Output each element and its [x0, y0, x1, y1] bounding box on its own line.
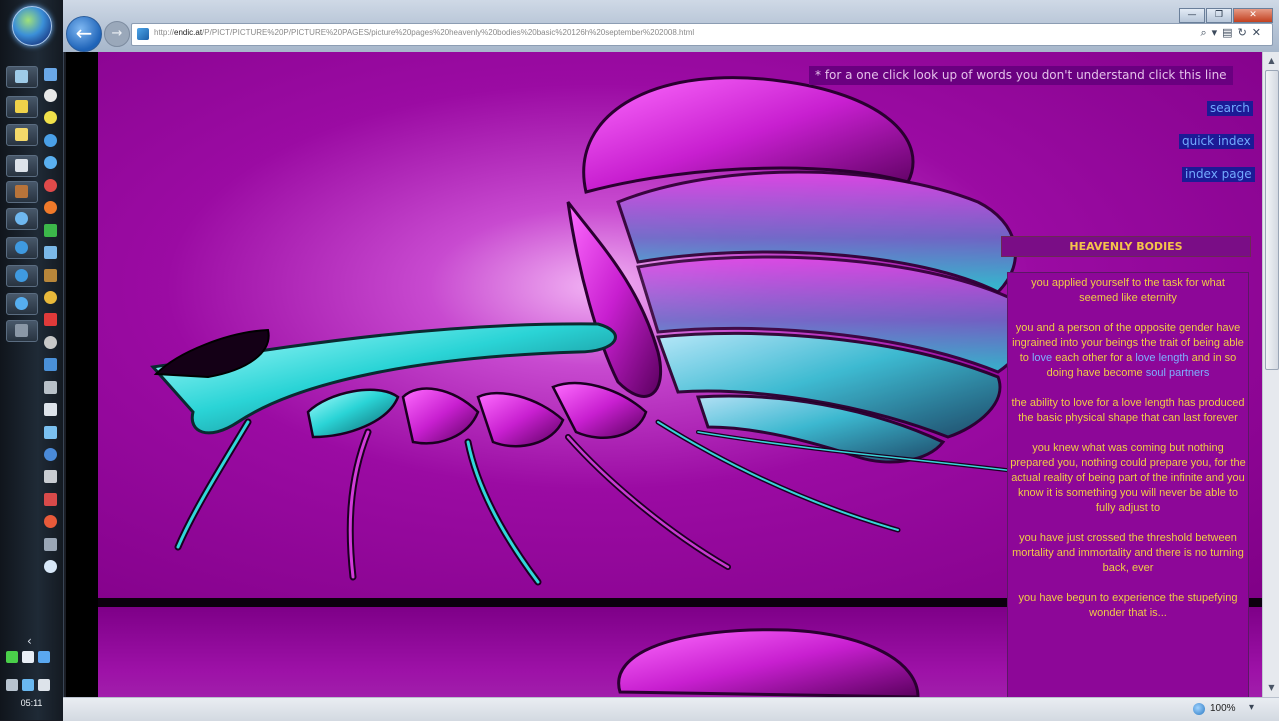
paragraph-2: you and a person of the opposite gender … [1008, 318, 1248, 381]
refresh-icon[interactable]: ↻ [1238, 26, 1252, 39]
quicklaunch-icon-15[interactable] [44, 381, 57, 394]
taskbar-app-6[interactable] [6, 208, 38, 230]
word-lookup-banner-link[interactable]: * for a one click look up of words you d… [809, 66, 1233, 85]
page-title: HEAVENLY BODIES [1001, 236, 1251, 257]
quicklaunch-icon-19[interactable] [44, 470, 57, 483]
address-tools: ⌕▾▤↻✕ [1200, 26, 1266, 40]
leg-4-highlight [566, 435, 730, 569]
taskbar-app-1[interactable] [6, 66, 38, 88]
taskbar-app-5[interactable] [6, 181, 38, 203]
page-favicon-icon [137, 28, 149, 40]
forward-arrow-icon: → [111, 26, 123, 41]
search-link[interactable]: search [1207, 101, 1253, 116]
soul-partners-link[interactable]: soul partners [1146, 367, 1210, 379]
scroll-down-arrow-icon[interactable]: ▼ [1265, 681, 1278, 695]
quicklaunch-icon-6[interactable] [44, 179, 57, 192]
status-bar: 100% ▾ [63, 697, 1279, 721]
taskbar-ie-1[interactable] [6, 237, 38, 259]
quicklaunch-icon-13[interactable] [44, 336, 57, 349]
segment-2 [401, 387, 480, 445]
taskbar-app-2[interactable] [6, 96, 38, 118]
scrollbar-thumb[interactable] [1265, 70, 1279, 370]
quicklaunch-icon-11[interactable] [44, 291, 57, 304]
show-hidden-icons-chevron-icon[interactable]: ‹ [27, 634, 32, 648]
quicklaunch-icon-8[interactable] [44, 224, 57, 237]
forward-button[interactable]: → [104, 21, 130, 47]
search-icon[interactable]: ⌕ [1200, 26, 1211, 39]
taskbar: ‹ 05:11 [0, 0, 64, 720]
tray-app-icon[interactable] [38, 651, 50, 663]
leg-3 [464, 438, 542, 586]
dropdown-icon[interactable]: ▾ [1212, 26, 1223, 39]
taskbar-clock[interactable]: 05:11 [0, 698, 63, 708]
quicklaunch-icon-10[interactable] [44, 269, 57, 282]
url-domain: endic.at [174, 28, 203, 37]
paragraph-3: the ability to love for a love length ha… [1011, 397, 1245, 424]
paragraph-6: you have begun to experience the stupefy… [1018, 592, 1238, 619]
quick-index-link[interactable]: quick index [1179, 134, 1254, 149]
leg-3-highlight [466, 440, 540, 584]
leg-4 [565, 434, 731, 570]
address-url[interactable]: http://endic.at/P/PICT/PICTURE%20P/PICTU… [154, 28, 694, 37]
tray-icons-row-2 [4, 679, 60, 693]
close-button[interactable]: ✕ [1233, 8, 1273, 23]
quicklaunch-icon-12[interactable] [44, 313, 57, 326]
shell-bottom [617, 628, 920, 697]
zoom-icon[interactable] [1193, 703, 1205, 715]
scroll-up-arrow-icon[interactable]: ▲ [1265, 54, 1278, 68]
stop-icon[interactable]: ✕ [1252, 26, 1266, 39]
taskbar-app-3[interactable] [6, 124, 38, 146]
taskbar-app-4[interactable] [6, 155, 38, 177]
compatibility-view-icon[interactable]: ▤ [1222, 26, 1237, 39]
quicklaunch-icon-21[interactable] [44, 515, 57, 528]
quicklaunch-icon-20[interactable] [44, 493, 57, 506]
poem-text-column: you applied yourself to the task for wha… [1007, 272, 1249, 697]
address-bar[interactable]: http://endic.at/P/PICT/PICTURE%20P/PICTU… [131, 23, 1273, 46]
zoom-dropdown-icon[interactable]: ▾ [1249, 702, 1254, 713]
back-button[interactable]: ← [66, 16, 102, 52]
paragraph-1: you applied yourself to the task for wha… [1031, 277, 1225, 304]
paragraph-4: you knew what was coming but nothing pre… [1010, 442, 1246, 514]
quicklaunch-icon-5[interactable] [44, 156, 57, 169]
minimize-button[interactable]: — [1179, 8, 1205, 23]
tray-icons-row-1 [4, 651, 60, 665]
taskbar-app-7[interactable] [6, 320, 38, 342]
segment-1 [306, 388, 400, 439]
love-link[interactable]: love [1032, 352, 1052, 364]
taskbar-ie-2[interactable] [6, 265, 38, 287]
taskbar-ie-3[interactable] [6, 293, 38, 315]
tray-network-icon[interactable] [22, 651, 34, 663]
url-path: /P/PICT/PICTURE%20P/PICTURE%20PAGES/pict… [202, 28, 695, 37]
tray-battery-icon[interactable] [6, 651, 18, 663]
vertical-scrollbar[interactable]: ▲ ▼ [1262, 52, 1279, 697]
quicklaunch-icon-23[interactable] [44, 560, 57, 573]
quicklaunch-icon-22[interactable] [44, 538, 57, 551]
quicklaunch-icon-3[interactable] [44, 111, 57, 124]
quicklaunch-icon-1[interactable] [44, 68, 57, 81]
segment-3 [476, 391, 565, 448]
zoom-level[interactable]: 100% [1210, 703, 1236, 714]
tray-flag-icon[interactable] [6, 679, 18, 691]
quicklaunch-icon-16[interactable] [44, 403, 57, 416]
quicklaunch-icon-2[interactable] [44, 89, 57, 102]
restore-button[interactable]: ❐ [1206, 8, 1232, 23]
left-margin [66, 52, 98, 697]
love-length-link[interactable]: love length [1135, 352, 1188, 364]
tray-volume-icon[interactable] [38, 679, 50, 691]
quicklaunch-icon-14[interactable] [44, 358, 57, 371]
quicklaunch-icon-18[interactable] [44, 448, 57, 461]
quicklaunch-icon-17[interactable] [44, 426, 57, 439]
back-arrow-icon: ← [75, 21, 93, 45]
window-controls: — ❐ ✕ [1178, 2, 1273, 23]
index-page-link[interactable]: index page [1182, 167, 1255, 182]
paragraph-2-text-b: each other for a [1055, 352, 1133, 364]
quicklaunch-icon-9[interactable] [44, 246, 57, 259]
tray-wifi-icon[interactable] [22, 679, 34, 691]
url-scheme: http:// [154, 28, 175, 37]
start-button[interactable] [12, 6, 52, 46]
page-viewport: * for a one click look up of words you d… [66, 52, 1262, 697]
quicklaunch-icon-4[interactable] [44, 134, 57, 147]
paragraph-5: you have just crossed the threshold betw… [1012, 532, 1244, 574]
quicklaunch-icon-7[interactable] [44, 201, 57, 214]
